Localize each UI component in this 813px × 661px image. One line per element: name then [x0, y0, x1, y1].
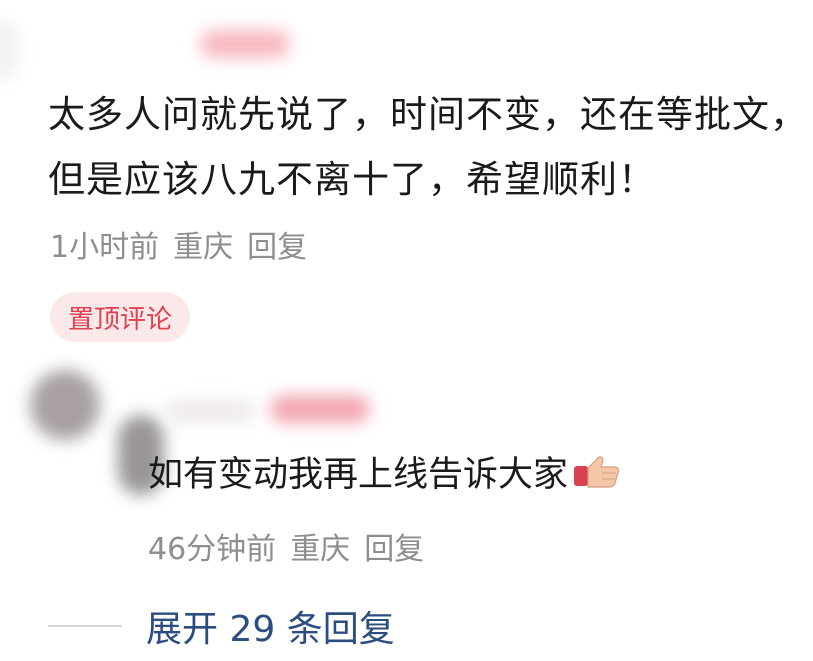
blurred-username: [270, 395, 370, 423]
divider-line: [48, 625, 122, 627]
blurred-username: [165, 400, 255, 422]
reply-comment: 如有变动我再上线告诉大家: [148, 446, 622, 497]
reply-button[interactable]: 回复: [364, 524, 424, 568]
pinned-comment-meta: 1小时前 重庆 回复: [50, 222, 307, 266]
reply-button[interactable]: 回复: [247, 222, 307, 266]
blurred-avatar: [30, 370, 100, 440]
thumbs-up-emoji-icon: [572, 454, 622, 490]
blurred-avatar: [0, 20, 20, 80]
reply-comment-text: 如有变动我再上线告诉大家: [148, 455, 569, 495]
expand-replies-row: 展开 29 条回复: [48, 600, 395, 652]
comment-time: 1小时前: [50, 230, 160, 265]
comment-location: 重庆: [173, 230, 234, 265]
reply-time: 46分钟前: [148, 532, 277, 567]
reply-comment-meta: 46分钟前 重庆 回复: [148, 524, 424, 568]
reply-location: 重庆: [290, 532, 351, 567]
blurred-username: [200, 30, 290, 58]
pinned-badge: 置顶评论: [50, 292, 191, 342]
pinned-comment-text: 太多人问就先说了，时间不变，还在等批文，但是应该八九不离十了，希望顺利！: [48, 93, 808, 201]
expand-replies-link[interactable]: 展开 29 条回复: [146, 600, 395, 652]
